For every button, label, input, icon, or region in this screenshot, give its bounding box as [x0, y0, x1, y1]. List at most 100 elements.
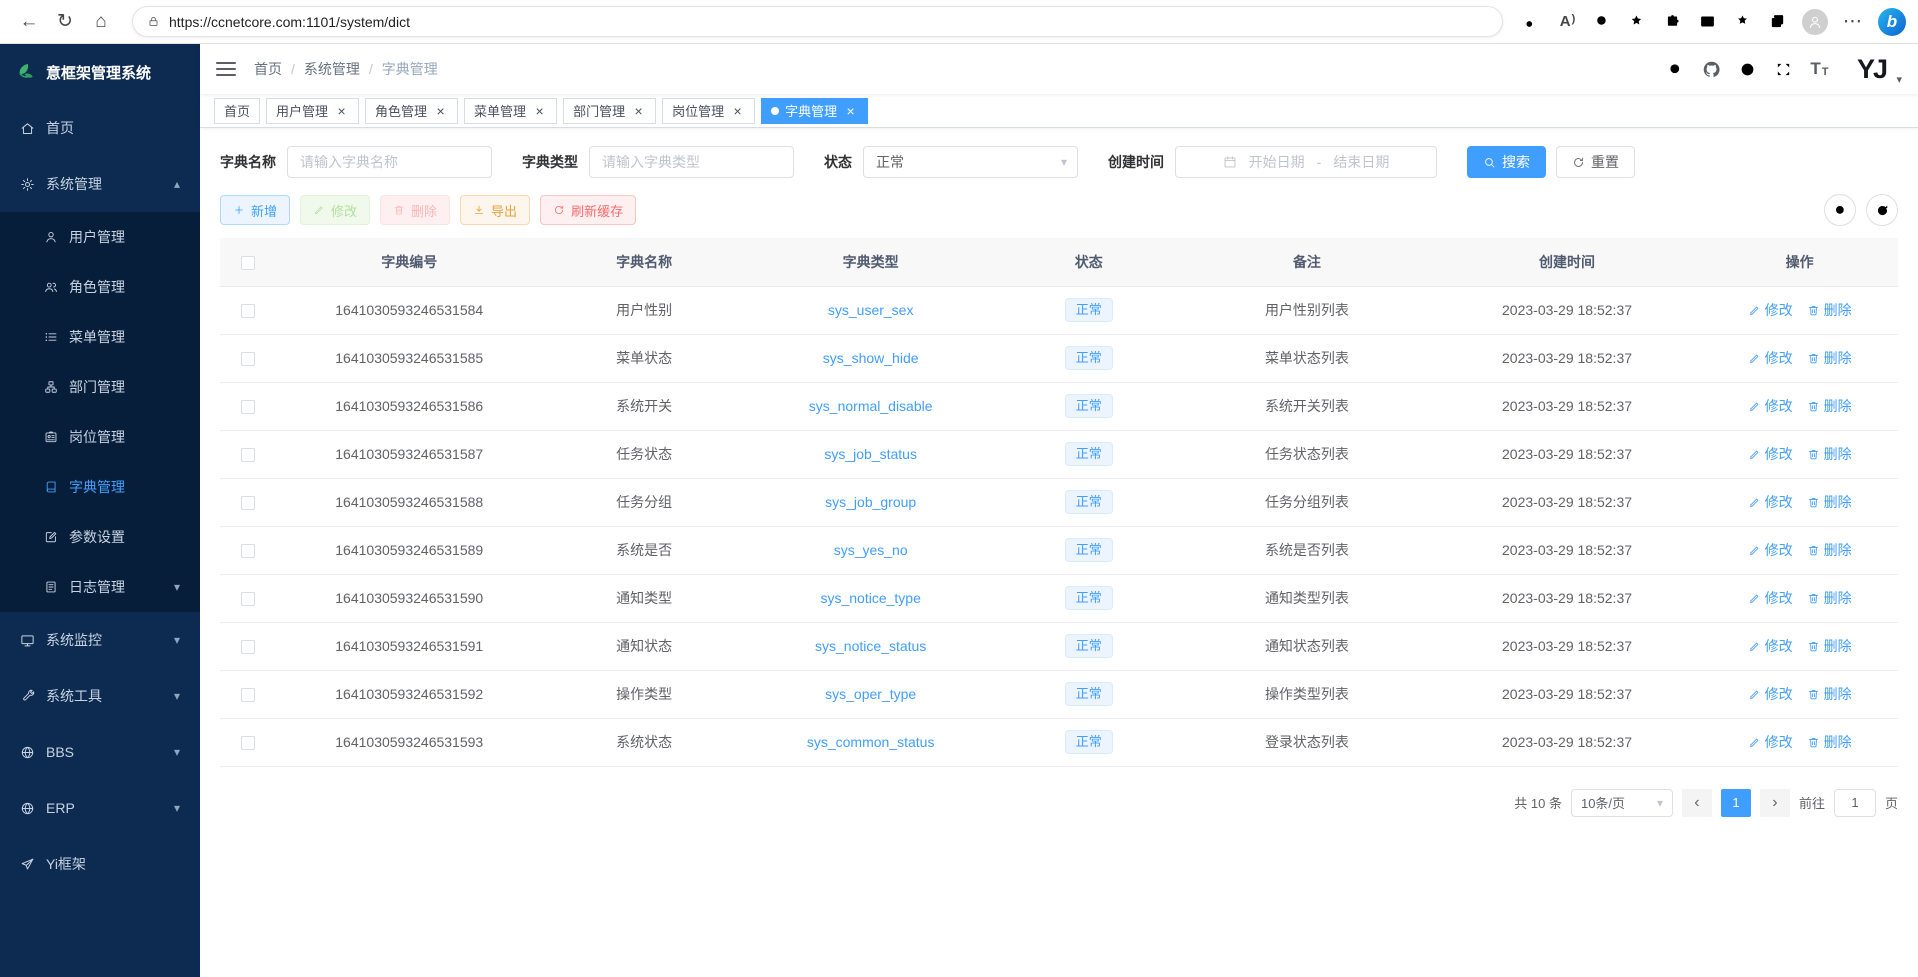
edit-button[interactable]: 修改 — [300, 195, 370, 225]
row-edit-button[interactable]: 修改 — [1748, 684, 1793, 704]
row-edit-button[interactable]: 修改 — [1748, 492, 1793, 512]
close-tab-icon[interactable]: × — [334, 103, 349, 118]
show-search-toggle-icon[interactable] — [1824, 194, 1856, 226]
refresh-cache-button[interactable]: 刷新缓存 — [540, 195, 636, 225]
close-tab-icon[interactable]: × — [631, 103, 646, 118]
row-delete-button[interactable]: 删除 — [1807, 300, 1852, 320]
breadcrumb-item[interactable]: 系统管理 — [304, 59, 360, 79]
select-all-checkbox[interactable] — [241, 256, 255, 270]
tab-dept[interactable]: 部门管理× — [563, 98, 656, 124]
add-button[interactable]: 新增 — [220, 195, 290, 225]
back-icon[interactable]: ← — [12, 5, 46, 39]
help-icon[interactable] — [1729, 49, 1765, 89]
tab-post[interactable]: 岗位管理× — [662, 98, 755, 124]
row-checkbox[interactable] — [241, 688, 255, 702]
close-tab-icon[interactable]: × — [843, 103, 858, 118]
user-avatar[interactable]: YJ — [1849, 48, 1893, 90]
address-bar[interactable]: https://ccnetcore.com:1101/system/dict — [132, 6, 1503, 37]
dict-type-link[interactable]: sys_yes_no — [834, 542, 908, 558]
breadcrumb-item[interactable]: 首页 — [254, 59, 282, 79]
more-icon[interactable]: ⋯ — [1837, 5, 1868, 39]
close-tab-icon[interactable]: × — [532, 103, 547, 118]
dict-type-link[interactable]: sys_common_status — [807, 734, 935, 750]
page-size-select[interactable]: 10条/页 ▾ — [1571, 789, 1673, 817]
status-select[interactable]: 正常 ▾ — [863, 146, 1078, 178]
bing-icon[interactable]: b — [1878, 8, 1906, 36]
dict-type-link[interactable]: sys_oper_type — [825, 686, 916, 702]
row-edit-button[interactable]: 修改 — [1748, 444, 1793, 464]
header-search-icon[interactable] — [1657, 49, 1693, 89]
profile-avatar[interactable] — [1802, 9, 1828, 35]
row-edit-button[interactable]: 修改 — [1748, 540, 1793, 560]
row-checkbox[interactable] — [241, 736, 255, 750]
row-edit-button[interactable]: 修改 — [1748, 732, 1793, 752]
row-delete-button[interactable]: 删除 — [1807, 588, 1852, 608]
next-page-button[interactable]: › — [1760, 789, 1790, 817]
dict-name-input[interactable] — [287, 146, 492, 178]
sidebar-item-tool[interactable]: 系统工具▾ — [0, 668, 200, 724]
row-checkbox[interactable] — [241, 304, 255, 318]
sidebar-item-dept[interactable]: 部门管理 — [0, 362, 200, 412]
sidebar-item-role[interactable]: 角色管理 — [0, 262, 200, 312]
home-icon[interactable]: ⌂ — [84, 5, 118, 39]
dict-type-link[interactable]: sys_job_group — [825, 494, 916, 510]
read-aloud-icon[interactable]: A) — [1552, 5, 1583, 39]
row-checkbox[interactable] — [241, 496, 255, 510]
zoom-icon[interactable] — [1587, 5, 1618, 39]
row-checkbox[interactable] — [241, 544, 255, 558]
dict-type-link[interactable]: sys_notice_status — [815, 638, 926, 654]
row-edit-button[interactable]: 修改 — [1748, 348, 1793, 368]
sidebar-item-dict[interactable]: 字典管理 — [0, 462, 200, 512]
sidebar-item-system[interactable]: 系统管理▴ — [0, 156, 200, 212]
sidebar-item-bbs[interactable]: BBS▾ — [0, 724, 200, 780]
date-range-picker[interactable]: 开始日期 - 结束日期 — [1175, 146, 1437, 178]
sidebar-item-erp[interactable]: ERP▾ — [0, 780, 200, 836]
collections-icon[interactable] — [1762, 5, 1793, 39]
favorite-add-icon[interactable] — [1622, 5, 1653, 39]
reload-icon[interactable]: ↻ — [48, 5, 82, 39]
dict-type-link[interactable]: sys_show_hide — [823, 350, 919, 366]
current-page[interactable]: 1 — [1721, 789, 1751, 817]
tab-menu[interactable]: 菜单管理× — [464, 98, 557, 124]
sidebar-item-menu[interactable]: 菜单管理 — [0, 312, 200, 362]
row-edit-button[interactable]: 修改 — [1748, 396, 1793, 416]
row-edit-button[interactable]: 修改 — [1748, 588, 1793, 608]
dict-type-link[interactable]: sys_user_sex — [828, 302, 914, 318]
extensions-icon[interactable] — [1657, 5, 1688, 39]
font-size-icon[interactable]: TT — [1801, 49, 1837, 89]
delete-button[interactable]: 删除 — [380, 195, 450, 225]
app-logo[interactable]: 意框架管理系统 — [0, 44, 200, 100]
row-checkbox[interactable] — [241, 400, 255, 414]
row-delete-button[interactable]: 删除 — [1807, 492, 1852, 512]
sidebar-item-monitor[interactable]: 系统监控▾ — [0, 612, 200, 668]
row-checkbox[interactable] — [241, 640, 255, 654]
reset-button[interactable]: 重置 — [1556, 146, 1635, 178]
row-delete-button[interactable]: 删除 — [1807, 396, 1852, 416]
row-delete-button[interactable]: 删除 — [1807, 732, 1852, 752]
dict-type-link[interactable]: sys_job_status — [824, 446, 917, 462]
row-delete-button[interactable]: 删除 — [1807, 444, 1852, 464]
sidebar-item-post[interactable]: 岗位管理 — [0, 412, 200, 462]
tab-home[interactable]: 首页 — [214, 98, 260, 124]
row-edit-button[interactable]: 修改 — [1748, 636, 1793, 656]
tab-dict[interactable]: 字典管理× — [761, 98, 868, 124]
sidebar-item-user[interactable]: 用户管理 — [0, 212, 200, 262]
dict-type-link[interactable]: sys_notice_type — [820, 590, 920, 606]
tab-role[interactable]: 角色管理× — [365, 98, 458, 124]
sidebar-item-log[interactable]: 日志管理▾ — [0, 562, 200, 612]
row-checkbox[interactable] — [241, 448, 255, 462]
dict-type-input[interactable] — [589, 146, 794, 178]
split-screen-icon[interactable] — [1692, 5, 1723, 39]
github-icon[interactable] — [1693, 49, 1729, 89]
refresh-table-icon[interactable] — [1866, 194, 1898, 226]
sidebar-item-yi[interactable]: Yi框架 — [0, 836, 200, 892]
goto-page-input[interactable] — [1834, 789, 1876, 817]
row-delete-button[interactable]: 删除 — [1807, 684, 1852, 704]
fullscreen-icon[interactable] — [1765, 49, 1801, 89]
password-key-icon[interactable] — [1517, 5, 1548, 39]
row-delete-button[interactable]: 删除 — [1807, 636, 1852, 656]
dict-type-link[interactable]: sys_normal_disable — [809, 398, 933, 414]
close-tab-icon[interactable]: × — [730, 103, 745, 118]
close-tab-icon[interactable]: × — [433, 103, 448, 118]
sidebar-item-home[interactable]: 首页 — [0, 100, 200, 156]
